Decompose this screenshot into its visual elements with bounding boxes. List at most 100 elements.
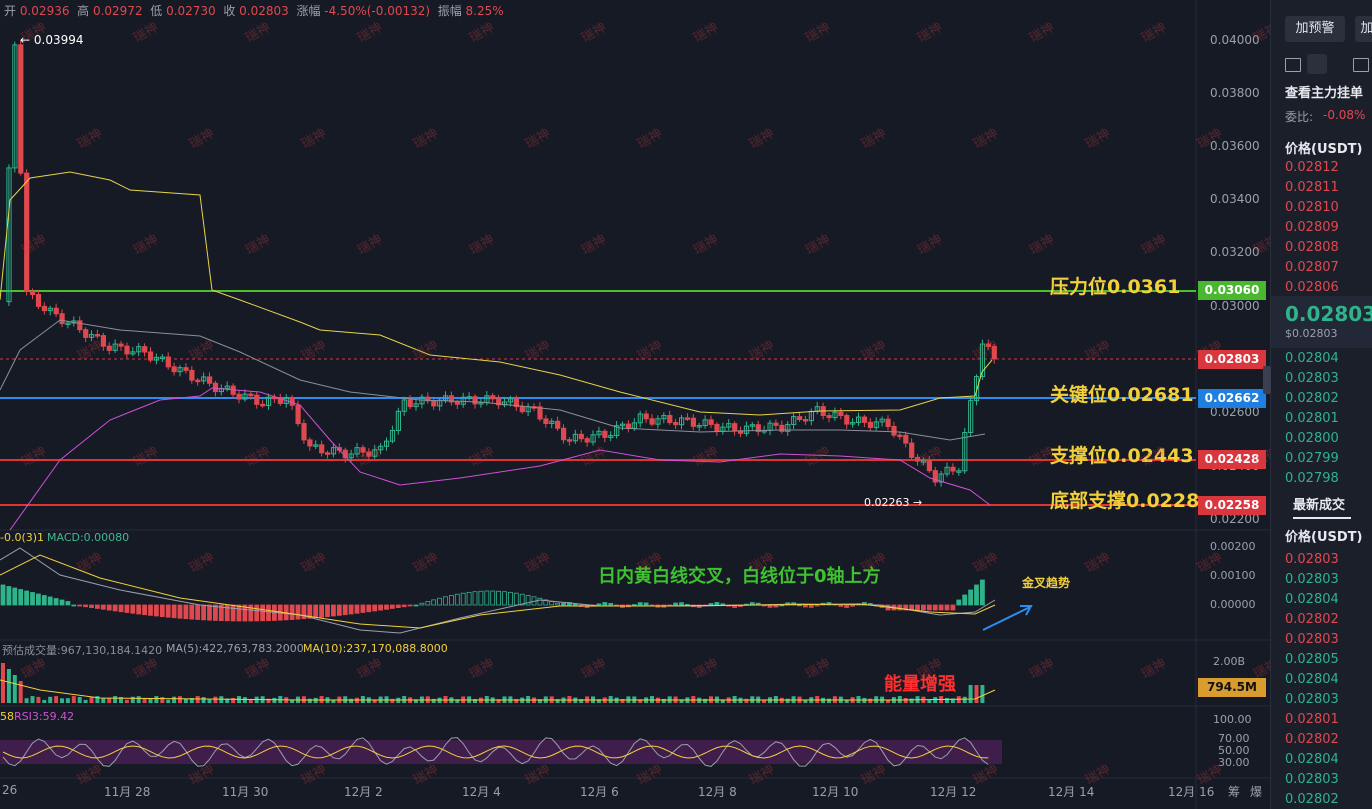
candle-body xyxy=(254,394,260,405)
ask-price-row[interactable]: 0.02809 xyxy=(1285,220,1339,235)
bid-price-row[interactable]: 0.02799 xyxy=(1285,451,1339,466)
macd-bar xyxy=(643,602,649,606)
candle-body xyxy=(41,305,47,312)
candle-body xyxy=(18,44,24,174)
candle-body xyxy=(100,335,107,347)
trade-price-row[interactable]: 0.02803 xyxy=(1285,772,1339,787)
candle-body xyxy=(566,439,573,442)
candle-body xyxy=(407,399,413,408)
orderbook-view-icon[interactable] xyxy=(1307,54,1327,74)
macd-bar xyxy=(537,597,543,606)
bid-price-row[interactable]: 0.02802 xyxy=(1285,391,1339,406)
volume-bar xyxy=(18,681,23,703)
macd-bar xyxy=(171,604,177,619)
support-label: 支撑位0.02443 xyxy=(1050,445,1194,467)
volume-bar xyxy=(1,663,5,703)
orderbook-title[interactable]: 查看主力挂单 xyxy=(1285,82,1363,101)
macd-bar xyxy=(395,604,401,608)
trade-price-row[interactable]: 0.02804 xyxy=(1285,752,1339,767)
resistance-label: 压力位0.0361 xyxy=(1050,276,1181,298)
bid-price-row[interactable]: 0.02801 xyxy=(1285,411,1339,426)
macd-bar xyxy=(525,595,531,606)
macd-bar xyxy=(148,604,153,616)
trade-price-row[interactable]: 0.02801 xyxy=(1285,712,1339,727)
volume-bar xyxy=(83,699,88,703)
macd-bar xyxy=(159,604,165,618)
rsi-left-label: 58 xyxy=(0,710,14,723)
macd-value: MACD:0.00080 xyxy=(47,531,130,544)
liquidation-button[interactable]: 爆 xyxy=(1250,783,1262,800)
add-alert-button[interactable]: 加预警 xyxy=(1285,16,1345,42)
macd-bar xyxy=(136,604,142,615)
trade-price-row[interactable]: 0.02803 xyxy=(1285,572,1339,587)
add-button[interactable]: 加 xyxy=(1355,16,1372,42)
trades-title[interactable]: 最新成交 xyxy=(1293,494,1345,513)
trade-price-row[interactable]: 0.02802 xyxy=(1285,612,1339,627)
macd-bar xyxy=(384,604,389,610)
trend-arrow xyxy=(982,606,1031,631)
ask-price-row[interactable]: 0.02808 xyxy=(1285,240,1339,255)
bid-price-row[interactable]: 0.02804 xyxy=(1285,351,1339,366)
macd-bar xyxy=(24,590,30,606)
volume-bar xyxy=(54,696,59,703)
time-tick: 12月 14 xyxy=(1048,785,1095,799)
macd-bar xyxy=(478,590,484,606)
candle-body xyxy=(891,425,897,436)
bid-price-row[interactable]: 0.02798 xyxy=(1285,471,1339,486)
candle-body xyxy=(472,396,478,405)
macd-bar xyxy=(803,604,808,608)
macd-bar xyxy=(100,604,106,610)
trade-price-row[interactable]: 0.02803 xyxy=(1285,552,1339,567)
macd-bar xyxy=(431,599,437,606)
volume-bar xyxy=(390,698,395,703)
macd-bar xyxy=(944,604,950,611)
collapse-handle[interactable] xyxy=(1263,366,1271,394)
trade-price-row[interactable]: 0.02804 xyxy=(1285,592,1339,607)
trade-price-row[interactable]: 0.02802 xyxy=(1285,732,1339,747)
candle-body xyxy=(212,382,219,393)
macd-bar xyxy=(130,604,136,614)
candle-body xyxy=(165,356,171,368)
ask-price-row[interactable]: 0.02811 xyxy=(1285,180,1339,195)
ask-price-row[interactable]: 0.02807 xyxy=(1285,260,1339,275)
time-tick: 12月 16 xyxy=(1168,785,1215,799)
candle-body xyxy=(248,393,254,397)
candle-body xyxy=(561,427,567,441)
macd-bar xyxy=(348,604,354,615)
macd-bar xyxy=(266,604,271,622)
chart-app: 开 0.02936 高 0.02972 低 0.02730 收 0.02803 … xyxy=(0,0,1372,809)
trade-price-row[interactable]: 0.02802 xyxy=(1285,792,1339,807)
macd-bar xyxy=(201,604,207,621)
ask-price-row[interactable]: 0.02810 xyxy=(1285,200,1339,215)
chips-button[interactable]: 筹 xyxy=(1228,783,1240,800)
volume-bar xyxy=(272,697,277,703)
bid-price-row[interactable]: 0.02803 xyxy=(1285,371,1339,386)
volume-bar xyxy=(65,698,70,703)
candle-body xyxy=(584,438,590,443)
candle-body xyxy=(543,418,549,425)
trade-price-row[interactable]: 0.02803 xyxy=(1285,692,1339,707)
macd-bar xyxy=(596,603,602,606)
candle-body xyxy=(171,366,177,373)
time-tick: 12月 2 xyxy=(344,785,383,799)
trade-price-row[interactable]: 0.02805 xyxy=(1285,652,1339,667)
trade-price-row[interactable]: 0.02803 xyxy=(1285,632,1339,647)
candle-body xyxy=(714,423,720,432)
macd-bar xyxy=(325,604,330,618)
trade-price-row[interactable]: 0.02804 xyxy=(1285,672,1339,687)
volume-bar xyxy=(77,696,82,703)
macd-param: -0.0(3)1 xyxy=(0,531,45,544)
ask-price-row[interactable]: 0.02812 xyxy=(1285,160,1339,175)
ask-price-row[interactable]: 0.02806 xyxy=(1285,280,1339,295)
macd-bar xyxy=(507,591,513,606)
macd-bar xyxy=(472,591,478,606)
volume-bar xyxy=(827,698,831,703)
layout-icon[interactable] xyxy=(1285,58,1301,72)
candle-body xyxy=(319,444,325,454)
macd-bar xyxy=(289,604,295,620)
bid-price-row[interactable]: 0.02800 xyxy=(1285,431,1339,446)
macd-tick: 0.00000 xyxy=(1210,598,1256,611)
volume-bar xyxy=(927,699,932,703)
grid-icon[interactable] xyxy=(1353,58,1369,72)
macd-bar xyxy=(366,604,372,613)
